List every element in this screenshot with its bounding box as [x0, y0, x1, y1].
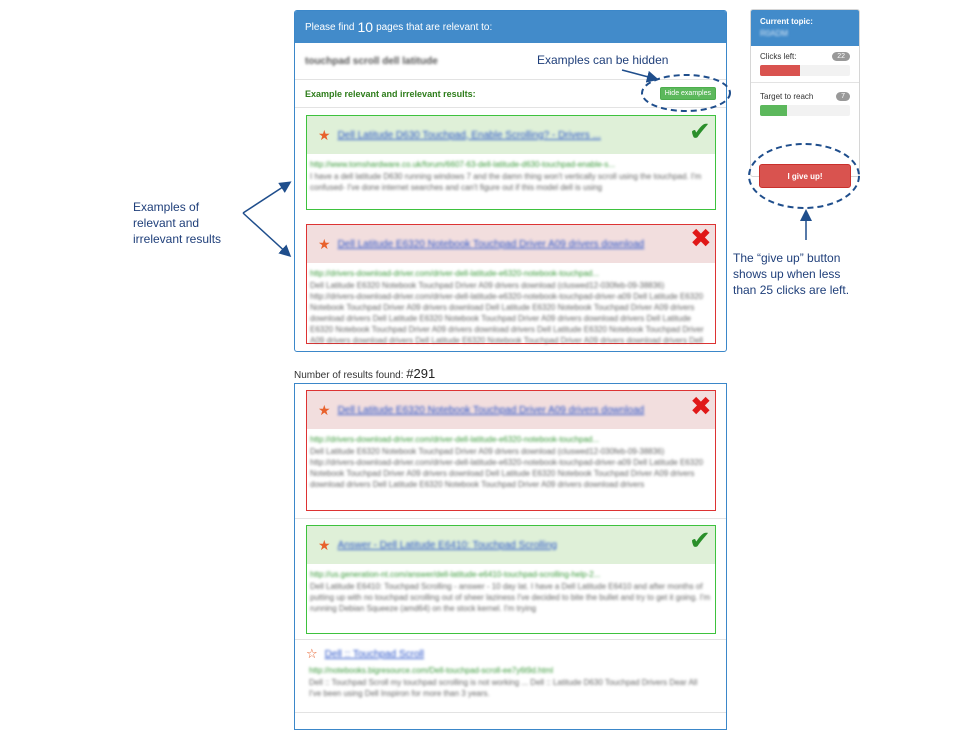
result-url: http://drivers-download-driver.com/drive…	[310, 435, 600, 444]
hidden-annotation: Examples can be hidden	[537, 53, 669, 67]
results-count-value: #291	[406, 366, 436, 381]
results-count: Number of results found: #291	[294, 366, 435, 381]
results-list: ★ Dell Latitude E6320 Notebook Touchpad …	[294, 383, 727, 730]
results-count-label: Number of results found:	[294, 370, 404, 381]
divider	[295, 712, 726, 713]
giveup-annotation-line: than 25 clicks are left.	[733, 283, 850, 297]
giveup-annotation-line: The “give up” button	[733, 251, 841, 265]
star-outline-icon[interactable]: ☆	[306, 646, 318, 662]
giveup-annotation-line: shows up when less	[733, 267, 841, 281]
checkmark-icon: ✔	[689, 525, 711, 555]
result-snippet: Dell Latitude E6320 Notebook Touchpad Dr…	[310, 447, 704, 489]
cross-icon: ✖	[690, 391, 712, 421]
result-url: http://notebooks.bigresource.com/Dell-to…	[309, 666, 554, 675]
examples-annotation: Examples of relevant and irrelevant resu…	[133, 199, 221, 247]
result-item: ☆ Dell :: Touchpad Scroll http://noteboo…	[306, 646, 714, 706]
hide-examples-highlight	[641, 74, 731, 112]
result-title[interactable]: Dell Latitude E6320 Notebook Touchpad Dr…	[338, 405, 645, 416]
result-title[interactable]: Answer - Dell Latitude E6410: Touchpad S…	[338, 540, 557, 551]
giveup-annotation: The “give up” button shows up when less …	[733, 250, 849, 298]
examples-annotation-line: Examples of	[133, 200, 200, 214]
hidden-arrow	[621, 69, 659, 83]
divider	[295, 639, 726, 640]
result-relevant-card: ★ Answer - Dell Latitude E6410: Touchpad…	[306, 525, 716, 634]
examples-arrow-up	[242, 181, 292, 214]
result-snippet: Dell :: Touchpad Scroll my touchpad scro…	[309, 678, 698, 698]
result-title[interactable]: Dell :: Touchpad Scroll	[325, 649, 424, 660]
result-snippet: Dell Latitude E6410: Touchpad Scrolling …	[310, 582, 711, 613]
examples-annotation-line: irrelevant results	[133, 232, 222, 246]
give-up-highlight	[748, 143, 860, 209]
examples-arrow-down	[242, 212, 292, 258]
divider	[295, 518, 726, 519]
result-url: http://us.generation-nt.com/answer/dell-…	[310, 570, 601, 579]
result-irrelevant-card: ★ Dell Latitude E6320 Notebook Touchpad …	[306, 390, 716, 511]
examples-annotation-line: relevant and	[133, 216, 200, 230]
star-icon[interactable]: ★	[318, 537, 331, 554]
star-icon[interactable]: ★	[318, 402, 331, 419]
